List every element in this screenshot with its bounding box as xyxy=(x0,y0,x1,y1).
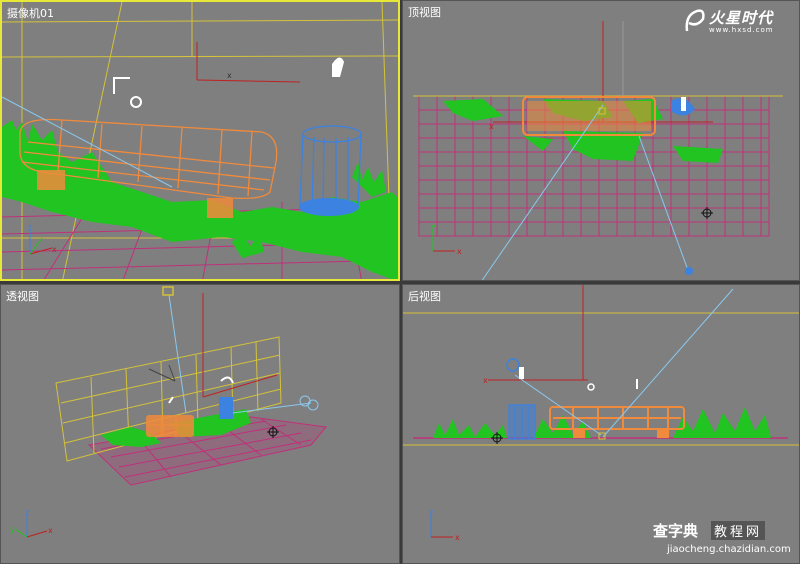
svg-text:x: x xyxy=(483,376,488,385)
viewport-back[interactable]: x z x 后视图 查字典 教程网 jiaocheng.chazidian.co… xyxy=(402,284,800,564)
svg-text:y: y xyxy=(431,222,436,231)
svg-text:z: z xyxy=(28,223,32,232)
viewport-label-back[interactable]: 后视图 xyxy=(408,288,441,304)
svg-text:z: z xyxy=(429,508,433,517)
watermark-tag: 教程网 xyxy=(711,521,766,540)
viewport-perspective[interactable]: z x y 透视图 xyxy=(0,284,400,564)
svg-text:x: x xyxy=(455,533,460,542)
hxsd-logo: 火星时代 www.hxsd.com xyxy=(683,5,793,39)
viewport-camera[interactable]: x z x 摄像机01 xyxy=(0,0,400,281)
watermark-brand: 查字典 xyxy=(653,522,699,540)
svg-text:x: x xyxy=(52,245,57,254)
svg-text:z: z xyxy=(25,508,29,517)
watermark-url: jiaocheng.chazidian.com xyxy=(667,544,791,555)
svg-text:x: x xyxy=(48,526,53,535)
logo-brand: 火星时代 xyxy=(709,9,774,27)
svg-text:x: x xyxy=(489,122,494,131)
camera-scene: x z x xyxy=(2,2,398,279)
svg-text:y: y xyxy=(10,525,15,534)
trash-bin xyxy=(508,404,536,440)
viewport-label-top[interactable]: 顶视图 xyxy=(408,4,441,20)
chazidian-watermark: 查字典 教程网 jiaocheng.chazidian.com xyxy=(653,520,793,560)
viewport-label-camera[interactable]: 摄像机01 xyxy=(7,5,54,21)
viewport-top[interactable]: x y x 顶视图 火星时代 www.hxsd.com xyxy=(402,0,800,281)
svg-text:x: x xyxy=(457,247,462,256)
bench-wireframe xyxy=(549,406,685,430)
viewport-label-perspective[interactable]: 透视图 xyxy=(6,288,39,304)
svg-text:x: x xyxy=(227,71,232,80)
logo-url: www.hxsd.com xyxy=(709,26,774,34)
hxsd-logo-icon xyxy=(685,9,705,32)
top-scene: x y x xyxy=(413,21,783,280)
perspective-scene: z x y xyxy=(10,286,327,538)
